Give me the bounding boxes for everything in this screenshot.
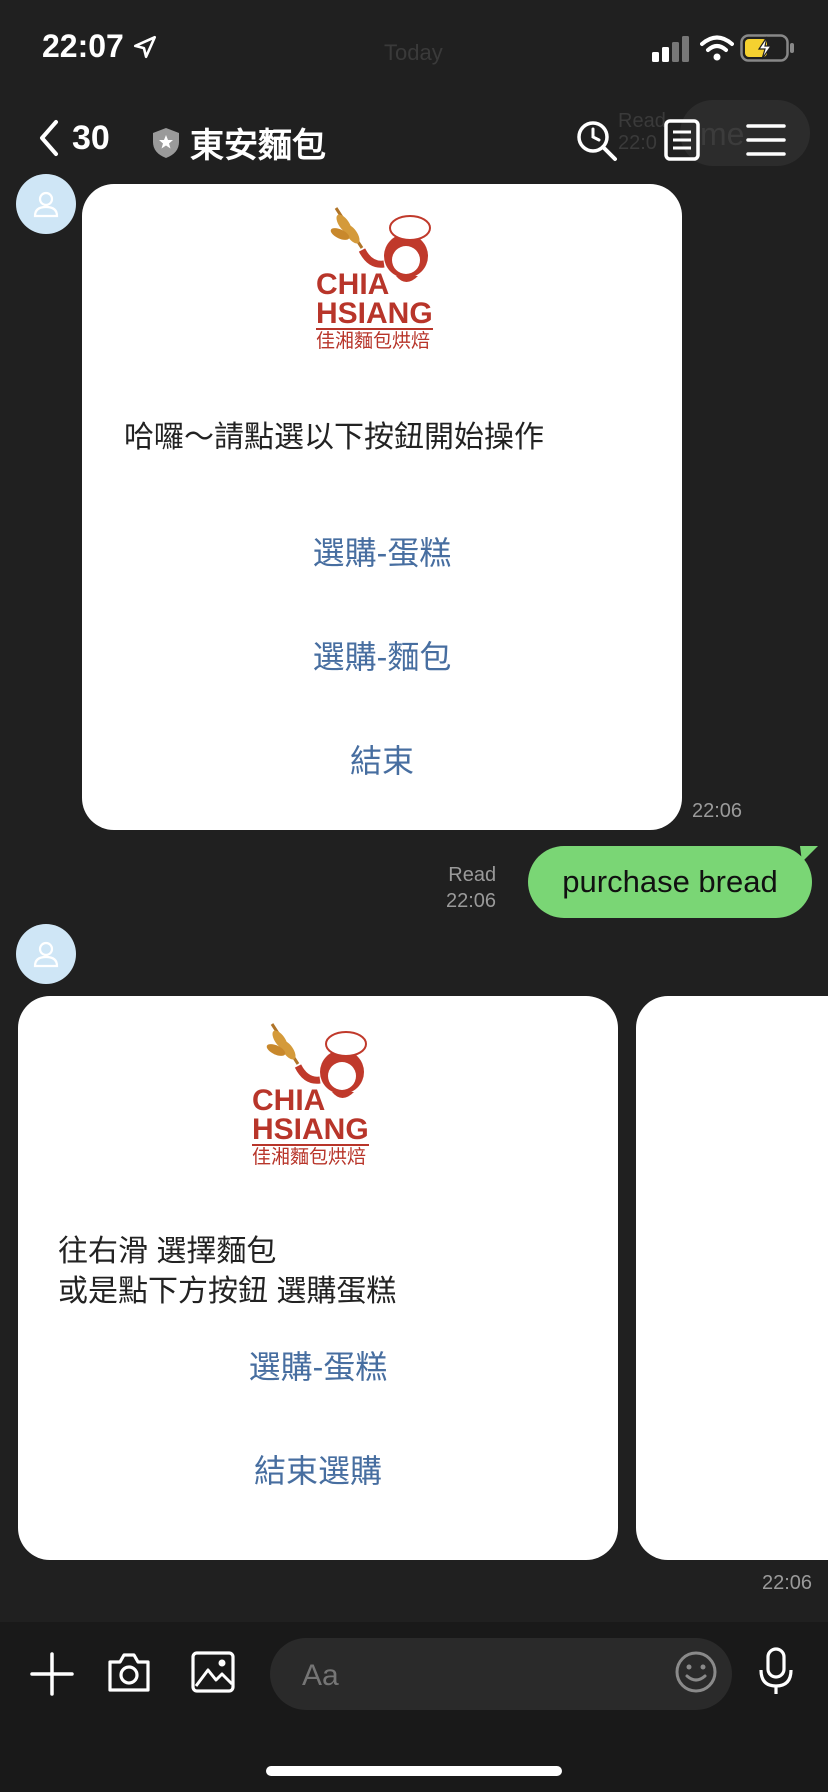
logo-line2: HSIANG <box>316 297 433 330</box>
plus-icon[interactable] <box>30 1652 74 1696</box>
logo-subtitle: 佳湘麵包烘焙 <box>316 328 433 354</box>
bubble-tail <box>800 846 818 862</box>
sent-meta: Read 22:06 <box>446 862 496 914</box>
user-icon <box>33 191 59 218</box>
battery-charging-icon <box>740 34 794 62</box>
card-message: 哈囉～請點選以下按鈕開始操作 <box>124 421 544 454</box>
buy-cake-button[interactable]: 選購-蛋糕 <box>18 1342 618 1388</box>
message-time: 22:06 <box>692 800 743 822</box>
status-bar-time: 22:07 <box>42 28 158 65</box>
clock: 22:07 <box>42 28 124 64</box>
logo-line1: CHIA <box>252 1084 326 1117</box>
logo-subtitle: 佳湘麵包烘焙 <box>252 1144 369 1170</box>
flex-message-card: CHIA HSIANG 佳湘麵包烘焙 哈囉～請點選以下按鈕開始操作 選購-蛋糕 … <box>82 184 682 830</box>
message-input[interactable] <box>300 1658 664 1694</box>
camera-icon[interactable] <box>106 1650 152 1694</box>
logo-line2: HSIANG <box>252 1113 369 1146</box>
logo-text: CHIA HSIANG 佳湘麵包烘焙 <box>316 270 433 354</box>
shield-icon <box>153 127 179 158</box>
ghost-bubble-text: me <box>700 116 745 152</box>
image-icon[interactable] <box>190 1650 236 1694</box>
logo-text: CHIA HSIANG 佳湘麵包烘焙 <box>252 1086 369 1170</box>
ghost-today-label: Today <box>384 40 443 65</box>
card-message: 往右滑 選擇麵包 或是點下方按鈕 選購蛋糕 <box>58 1232 396 1312</box>
logo-line1: CHIA <box>316 268 390 301</box>
end-button[interactable]: 結束 <box>82 736 682 782</box>
ghost-read-label: Read <box>618 110 666 132</box>
carousel-card: CHIA HSIANG 佳湘麵包烘焙 往右滑 選擇麵包 或是點下方按鈕 選購蛋糕… <box>18 996 618 1560</box>
unread-count: 30 <box>72 118 110 157</box>
chat-title[interactable]: 東安麵包 <box>152 118 326 167</box>
home-indicator[interactable] <box>266 1766 562 1776</box>
ghost-read-meta: Read 22:0 <box>618 110 666 154</box>
notes-icon[interactable] <box>660 118 704 162</box>
end-purchase-button[interactable]: 結束選購 <box>18 1446 618 1492</box>
chat-title-text: 東安麵包 <box>190 127 326 165</box>
chevron-left-icon <box>40 120 58 156</box>
search-icon[interactable] <box>574 118 618 162</box>
menu-icon[interactable] <box>744 118 788 162</box>
user-icon <box>33 941 59 968</box>
ghost-read-time: 22:0 <box>618 132 657 154</box>
avatar[interactable] <box>16 924 76 984</box>
read-status: Read <box>448 864 497 886</box>
wifi-icon <box>700 35 734 61</box>
message-time: 22:06 <box>762 1572 813 1594</box>
location-arrow-icon <box>133 35 156 58</box>
signal-icon <box>652 36 689 62</box>
microphone-icon[interactable] <box>756 1646 796 1696</box>
emoji-icon[interactable] <box>674 1650 718 1694</box>
sent-message-bubble[interactable]: purchase bread <box>528 846 812 918</box>
avatar[interactable] <box>16 174 76 234</box>
carousel-next-card[interactable] <box>636 996 828 1560</box>
back-button[interactable]: 30 <box>36 118 110 158</box>
card-message-line2: 或是點下方按鈕 選購蛋糕 <box>58 1275 397 1308</box>
buy-bread-button[interactable]: 選購-麵包 <box>82 632 682 678</box>
sent-time: 22:06 <box>446 890 497 912</box>
buy-cake-button[interactable]: 選購-蛋糕 <box>82 528 682 574</box>
card-message-line1: 往右滑 選擇麵包 <box>58 1235 277 1268</box>
